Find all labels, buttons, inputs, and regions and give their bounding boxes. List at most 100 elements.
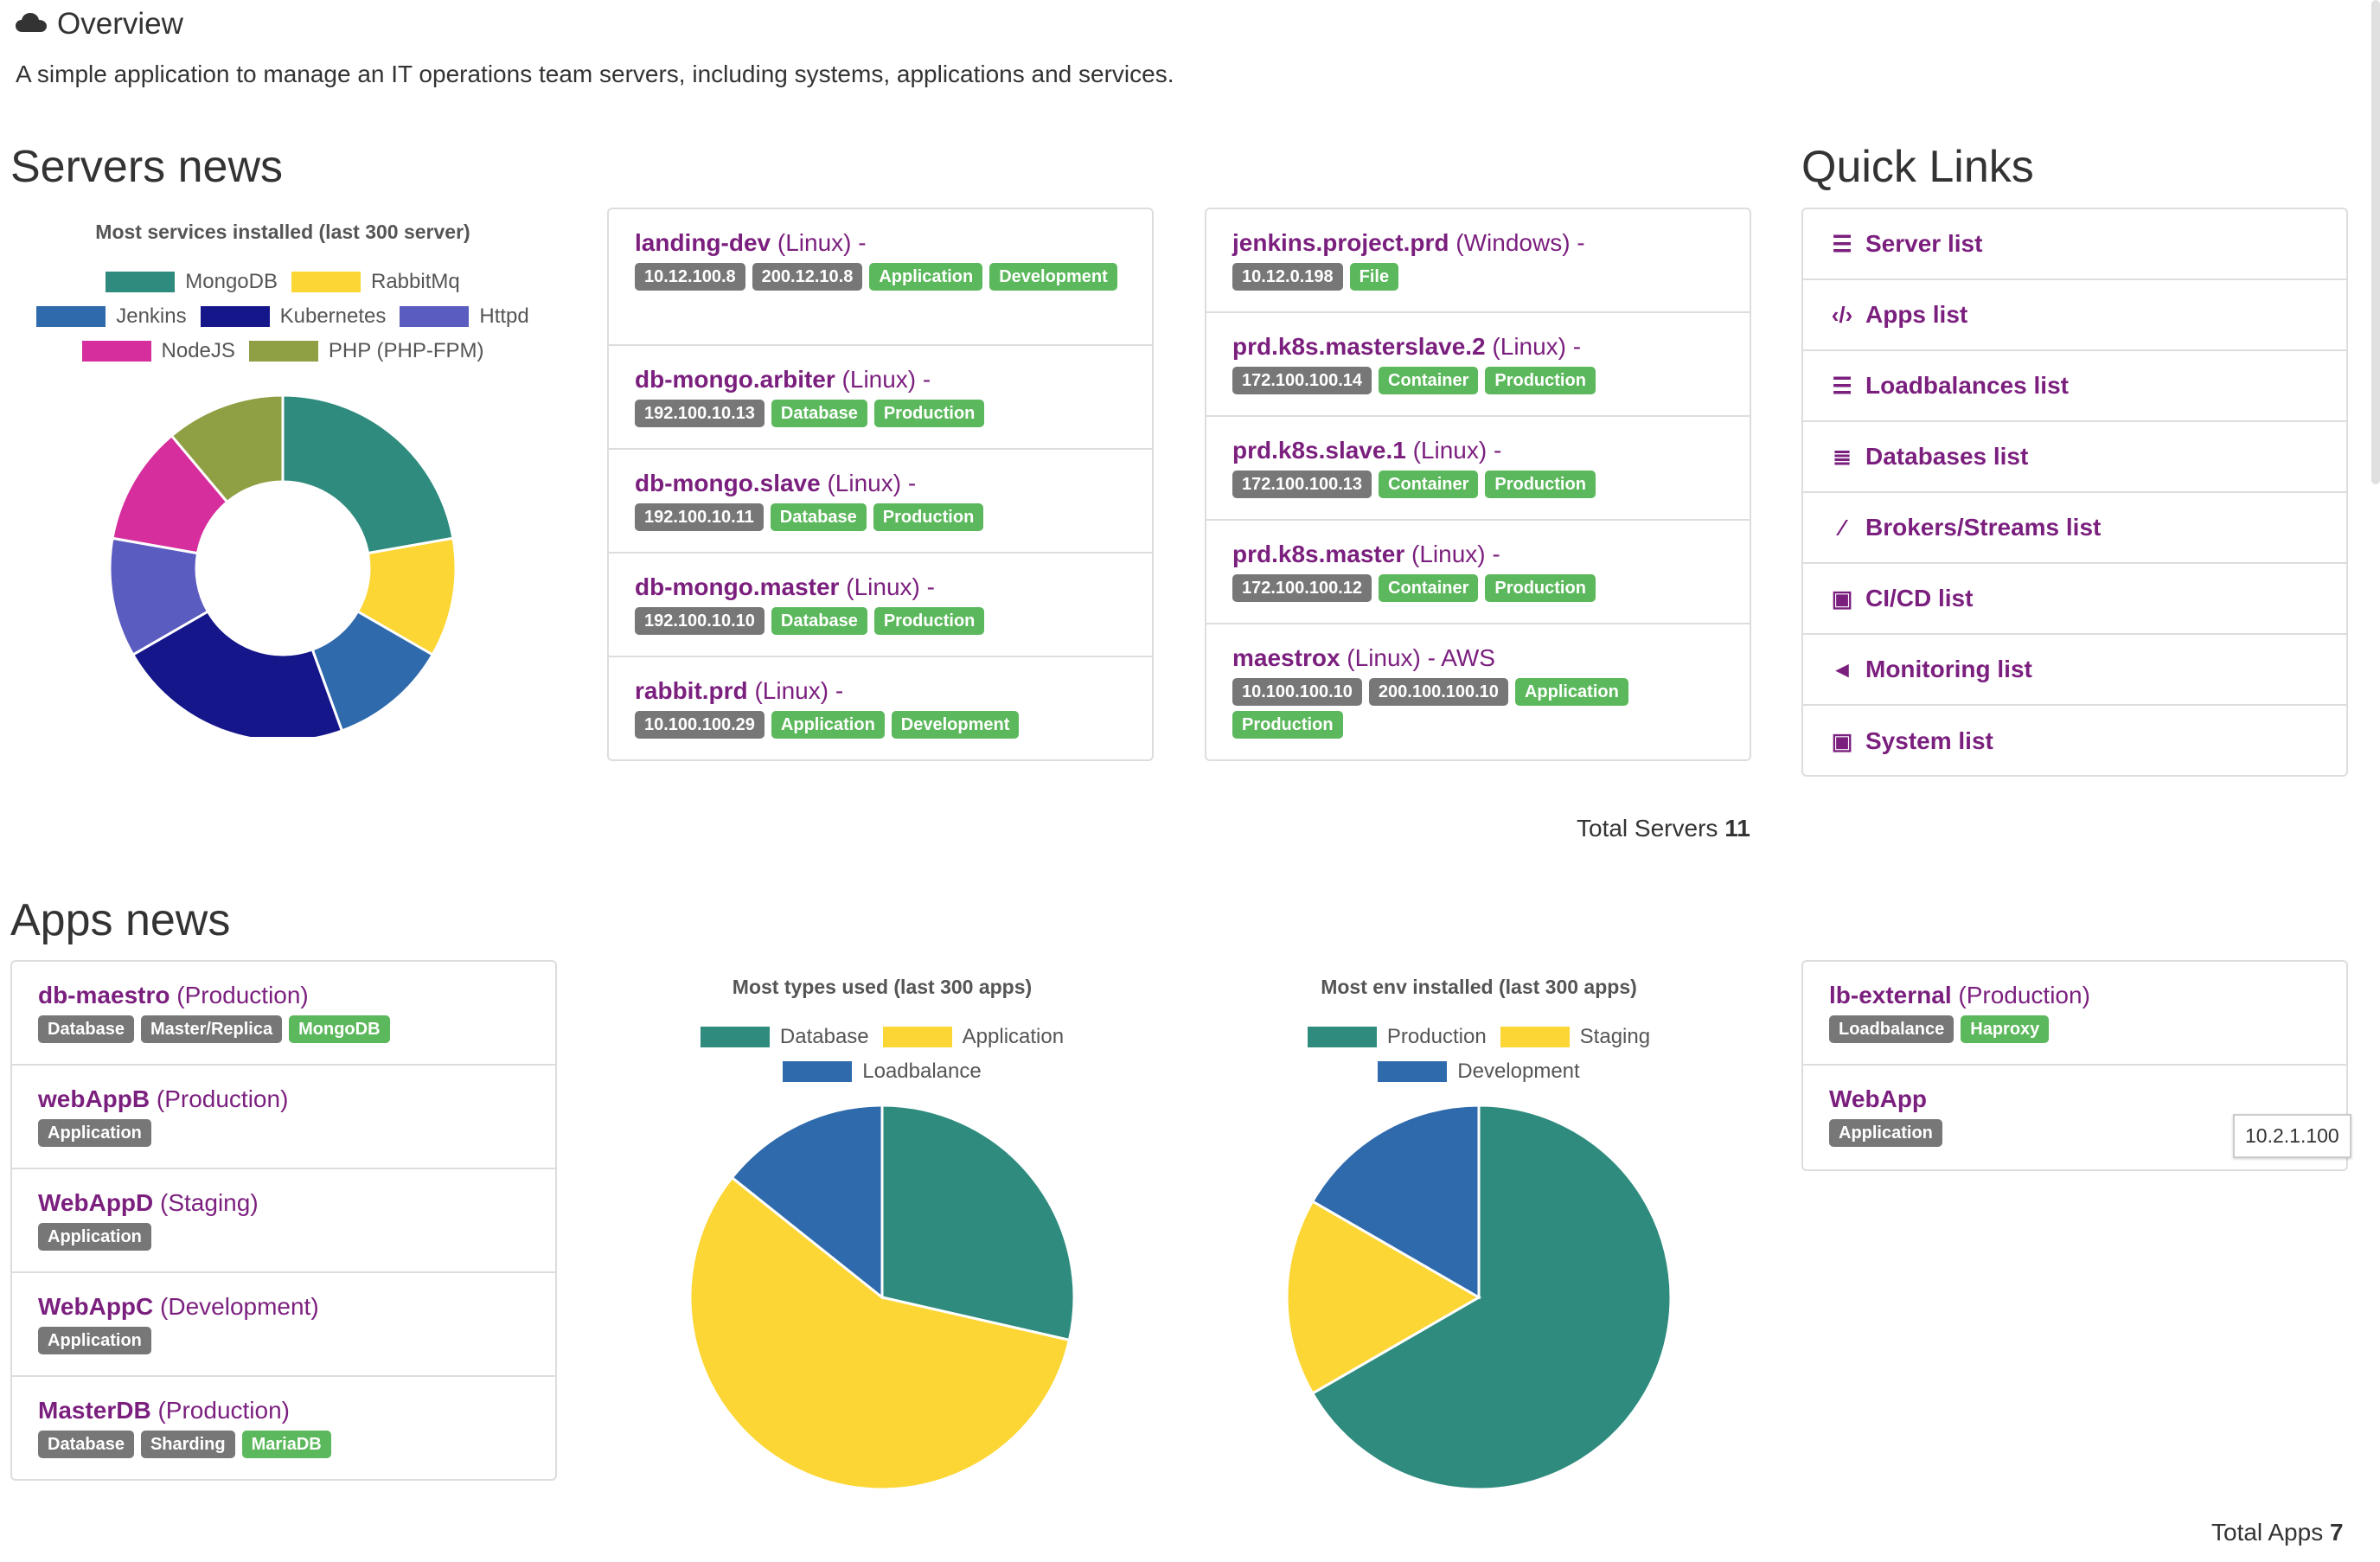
legend-item[interactable]: Production: [1307, 1025, 1487, 1049]
quick-link-databases-list[interactable]: ≣ Databases list: [1803, 422, 2346, 493]
app-item: WebAppD (Staging) Application: [12, 1169, 555, 1273]
legend-label: Kubernetes: [279, 304, 387, 328]
tag-label: 172.100.100.13: [1232, 471, 1372, 498]
legend-item[interactable]: Database: [700, 1025, 869, 1049]
total-apps-value: 7: [2329, 1519, 2344, 1546]
app-item-meta: (Production): [157, 1397, 290, 1424]
server-item-title: db-mongo.master (Linux) -: [635, 573, 1126, 602]
pie-slice-mongodb[interactable]: [281, 394, 455, 555]
app-item-link[interactable]: WebApp: [1829, 1085, 1927, 1112]
server-item-link[interactable]: maestrox: [1232, 644, 1340, 671]
legend-item[interactable]: MongoDB: [106, 270, 278, 294]
types-chart-title: Most types used (last 300 apps): [732, 976, 1033, 998]
server-item-link[interactable]: db-mongo.master: [635, 573, 839, 600]
server-item-title: db-mongo.slave (Linux) -: [635, 469, 1126, 498]
server-item-tags: 10.12.0.198 File: [1232, 263, 1724, 291]
server-item-title: prd.k8s.master (Linux) -: [1232, 540, 1724, 569]
app-item: webAppB (Production) Application: [12, 1066, 555, 1169]
server-item-title: jenkins.project.prd (Windows) -: [1232, 228, 1724, 258]
server-item-title: prd.k8s.masterslave.2 (Linux) -: [1232, 332, 1724, 362]
app-item-tags: Database Master/Replica MongoDB: [38, 1015, 529, 1043]
quick-link-server-list[interactable]: ☰ Server list: [1803, 209, 2346, 280]
server-item-title: maestrox (Linux) - AWS: [1232, 643, 1724, 673]
legend-item[interactable]: Kubernetes: [200, 304, 387, 329]
quick-link-loadbalances-list[interactable]: ☰ Loadbalances list: [1803, 351, 2346, 422]
legend-swatch: [81, 341, 151, 362]
server-item: db-mongo.slave (Linux) - 192.100.10.11 Dat…: [609, 450, 1152, 554]
app-item-title: WebAppC (Development): [38, 1292, 529, 1322]
quick-link-ci-cd-list[interactable]: ▣ CI/CD list: [1803, 564, 2346, 635]
app-item-link[interactable]: db-maestro: [38, 982, 170, 1008]
app-item: WebAppC (Development) Application: [12, 1273, 555, 1377]
legend-item[interactable]: Jenkins: [36, 304, 187, 329]
quick-link-brokers-streams-list[interactable]: ⁄ Brokers/Streams list: [1803, 493, 2346, 564]
app-item-link[interactable]: WebAppD: [38, 1189, 153, 1216]
server-item-link[interactable]: prd.k8s.masterslave.2: [1232, 333, 1486, 360]
server-item-link[interactable]: landing-dev: [635, 229, 771, 256]
legend-swatch: [291, 272, 361, 292]
legend-swatch: [400, 306, 470, 327]
legend-label: MongoDB: [185, 270, 278, 293]
page-scrollbar[interactable]: [2371, 0, 2380, 484]
app-item: db-maestro (Production) Database Master/Re…: [12, 962, 555, 1066]
legend-item[interactable]: Loadbalance: [783, 1059, 982, 1084]
server-item: rabbit.prd (Linux) - 10.100.100.29 Applica…: [609, 657, 1152, 759]
tag-label: Application: [1829, 1119, 1942, 1147]
app-item: MasterDB (Production) Database Sharding Mar…: [12, 1377, 555, 1479]
app-item-link[interactable]: webAppB: [38, 1085, 150, 1112]
legend-item[interactable]: PHP (PHP-FPM): [248, 339, 484, 363]
tag-label: Container: [1379, 471, 1479, 498]
server-item-link[interactable]: prd.k8s.slave.1: [1232, 437, 1406, 464]
legend-item[interactable]: RabbitMq: [291, 270, 460, 294]
tag-label: Production: [1485, 471, 1596, 498]
quick-link-monitoring-list[interactable]: ◄ Monitoring list: [1803, 635, 2346, 706]
legend-item[interactable]: Application: [882, 1025, 1064, 1049]
server-item-tags: 10.12.100.8 200.12.10.8 Application Develop…: [635, 263, 1126, 291]
total-servers: Total Servers 11: [1577, 815, 1750, 842]
server-item-title: prd.k8s.slave.1 (Linux) -: [1232, 436, 1724, 465]
servers-column-2: jenkins.project.prd (Windows) - 10.12.0.1…: [1205, 208, 1751, 761]
quick-link-label: Server list: [1865, 230, 1983, 257]
tag-label: 200.12.10.8: [752, 263, 863, 291]
tag-label: Application: [38, 1119, 151, 1147]
server-item-meta: (Linux) -: [846, 573, 935, 600]
server-item-title: rabbit.prd (Linux) -: [635, 676, 1126, 706]
code-icon: ‹/›: [1831, 301, 1853, 328]
legend-item[interactable]: NodeJS: [81, 339, 235, 363]
quick-link-apps-list[interactable]: ‹/› Apps list: [1803, 280, 2346, 351]
server-item: landing-dev (Linux) - 10.12.100.8 200.12.1…: [609, 209, 1152, 346]
servers-column-1: landing-dev (Linux) - 10.12.100.8 200.12.1…: [607, 208, 1154, 761]
app-item-tags: Application: [38, 1119, 529, 1147]
legend-swatch: [1378, 1061, 1448, 1082]
server-item-link[interactable]: db-mongo.arbiter: [635, 366, 835, 393]
server-item-link[interactable]: rabbit.prd: [635, 677, 748, 704]
legend-swatch: [1500, 1027, 1570, 1047]
app-item-link[interactable]: WebAppC: [38, 1293, 153, 1320]
quick-links-title: Quick Links: [1801, 142, 2034, 192]
tag-label: Database: [38, 1015, 134, 1043]
legend-item[interactable]: Development: [1378, 1059, 1580, 1084]
legend-label: NodeJS: [161, 339, 235, 362]
app-item-meta: (Production): [156, 1085, 289, 1112]
server-item-link[interactable]: jenkins.project.prd: [1232, 229, 1449, 256]
app-item-title: db-maestro (Production): [38, 981, 529, 1010]
app-item-title: lb-external (Production): [1829, 981, 2320, 1010]
quick-link-system-list[interactable]: ▣ System list: [1803, 706, 2346, 777]
server-item-link[interactable]: prd.k8s.master: [1232, 541, 1404, 567]
server-item-link[interactable]: db-mongo.slave: [635, 470, 821, 496]
app-item-meta: (Production): [1958, 982, 2090, 1008]
legend-item[interactable]: Httpd: [400, 304, 529, 329]
tag-label: Loadbalance: [1829, 1015, 1955, 1043]
legend-item[interactable]: Staging: [1500, 1025, 1650, 1049]
server-item-title: landing-dev (Linux) -: [635, 228, 1126, 258]
legend-label: PHP (PHP-FPM): [328, 339, 484, 362]
app-item-link[interactable]: MasterDB: [38, 1397, 151, 1424]
server-item-title: db-mongo.arbiter (Linux) -: [635, 365, 1126, 394]
tag-label: 10.12.100.8: [635, 263, 745, 291]
tag-label: MariaDB: [241, 1431, 331, 1458]
tag-label: Master/Replica: [140, 1015, 283, 1043]
server-item-tags: 172.100.100.14 Container Production: [1232, 367, 1724, 394]
legend-row: Production Staging: [1202, 1025, 1756, 1049]
legend-swatch: [36, 306, 106, 327]
app-item-link[interactable]: lb-external: [1829, 982, 1952, 1008]
